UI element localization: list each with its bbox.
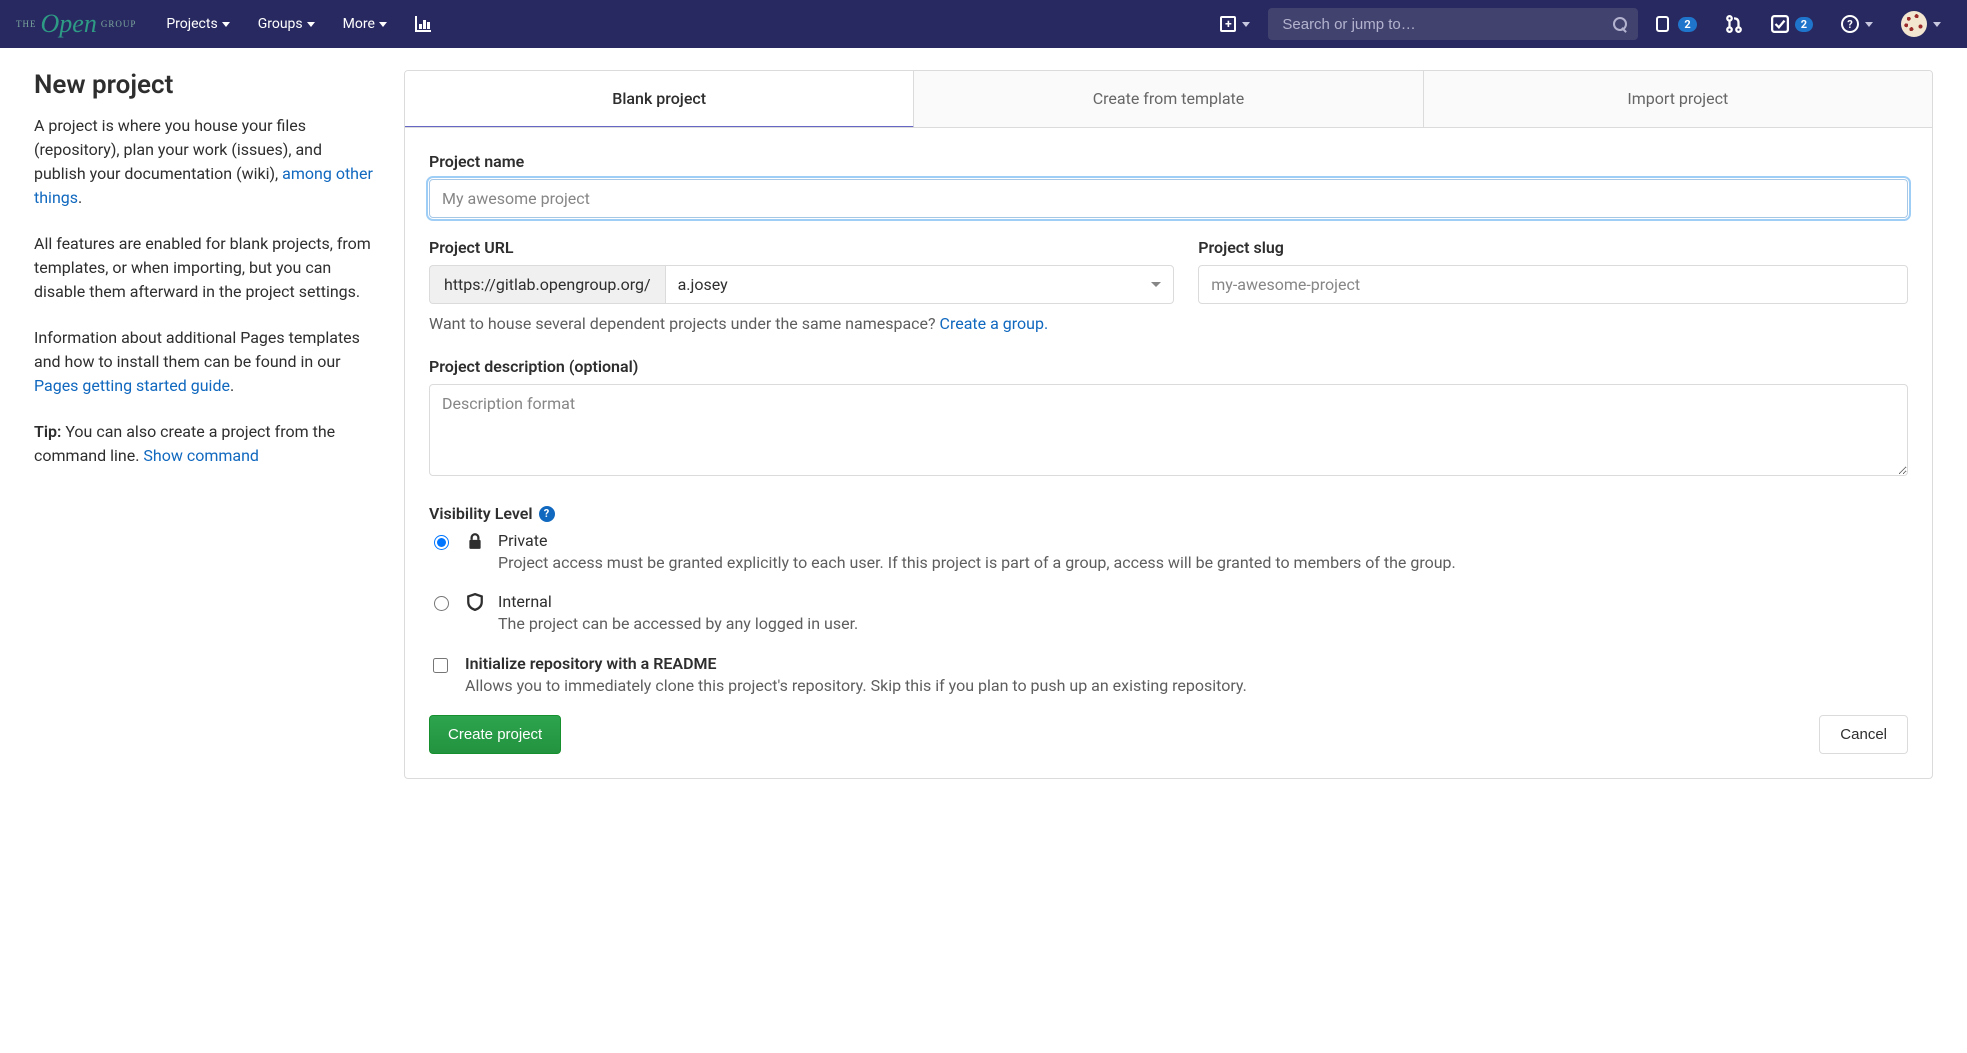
nav-groups-label: Groups bbox=[258, 16, 303, 32]
url-prefix: https://gitlab.opengroup.org/ bbox=[429, 265, 665, 304]
issues-icon bbox=[1656, 16, 1672, 32]
internal-title: Internal bbox=[498, 592, 1908, 611]
shield-icon bbox=[466, 593, 484, 611]
search-icon bbox=[1613, 17, 1626, 31]
user-menu[interactable] bbox=[1891, 0, 1951, 48]
nav-activity[interactable] bbox=[405, 0, 441, 48]
info-paragraph-2: All features are enabled for blank proje… bbox=[34, 232, 374, 304]
label-project-slug: Project slug bbox=[1198, 238, 1908, 257]
nav-more[interactable]: More bbox=[333, 0, 397, 48]
nav-more-label: More bbox=[343, 16, 375, 32]
visibility-option-private[interactable]: Private Project access must be granted e… bbox=[429, 531, 1908, 574]
search-input[interactable] bbox=[1280, 15, 1605, 34]
readme-desc: Allows you to immediately clone this pro… bbox=[465, 675, 1908, 697]
info-paragraph-3: Information about additional Pages templ… bbox=[34, 326, 374, 398]
chevron-down-icon bbox=[1151, 282, 1161, 287]
internal-desc: The project can be accessed by any logge… bbox=[498, 613, 1908, 635]
label-project-name: Project name bbox=[429, 152, 1908, 171]
input-project-name[interactable] bbox=[429, 179, 1908, 218]
chart-icon bbox=[415, 16, 431, 32]
namespace-hint: Want to house several dependent projects… bbox=[429, 314, 1908, 333]
label-description: Project description (optional) bbox=[429, 357, 1908, 376]
create-project-button[interactable]: Create project bbox=[429, 715, 561, 754]
top-navbar: THEOpenGROUP Projects Groups More + 2 2 … bbox=[0, 0, 1967, 48]
global-search[interactable] bbox=[1268, 8, 1638, 40]
nav-help[interactable]: ? bbox=[1831, 0, 1883, 48]
select-namespace[interactable]: a.josey bbox=[665, 265, 1175, 304]
todos-badge: 2 bbox=[1795, 17, 1813, 32]
new-dropdown[interactable]: + bbox=[1210, 0, 1260, 48]
help-icon[interactable]: ? bbox=[539, 506, 555, 522]
chevron-down-icon bbox=[379, 22, 387, 27]
link-pages-guide[interactable]: Pages getting started guide bbox=[34, 376, 230, 395]
cancel-button[interactable]: Cancel bbox=[1819, 715, 1908, 754]
radio-private[interactable] bbox=[434, 535, 449, 550]
radio-internal[interactable] bbox=[434, 596, 449, 611]
tab-create-from-template[interactable]: Create from template bbox=[914, 71, 1423, 127]
link-create-group[interactable]: Create a group. bbox=[940, 314, 1049, 333]
nav-merge-requests[interactable] bbox=[1715, 0, 1753, 48]
private-title: Private bbox=[498, 531, 1908, 550]
label-project-url: Project URL bbox=[429, 238, 1174, 257]
info-sidebar: New project A project is where you house… bbox=[34, 70, 404, 490]
plus-icon: + bbox=[1220, 16, 1236, 32]
info-paragraph-1: A project is where you house your files … bbox=[34, 114, 374, 210]
page-title: New project bbox=[34, 70, 374, 100]
chevron-down-icon bbox=[1865, 22, 1873, 27]
label-visibility: Visibility Level ? bbox=[429, 504, 1908, 523]
nav-issues[interactable]: 2 bbox=[1646, 0, 1706, 48]
nav-projects-label: Projects bbox=[166, 16, 217, 32]
nav-projects[interactable]: Projects bbox=[156, 0, 239, 48]
nav-groups[interactable]: Groups bbox=[248, 0, 325, 48]
tab-blank-project[interactable]: Blank project bbox=[405, 71, 914, 128]
project-tabs: Blank project Create from template Impor… bbox=[404, 70, 1933, 128]
checkbox-readme[interactable] bbox=[433, 658, 448, 673]
brand-logo[interactable]: THEOpenGROUP bbox=[16, 9, 136, 39]
input-project-slug[interactable] bbox=[1198, 265, 1908, 304]
readme-title: Initialize repository with a README bbox=[465, 654, 1908, 673]
issues-badge: 2 bbox=[1678, 17, 1696, 32]
lock-icon bbox=[466, 532, 484, 550]
chevron-down-icon bbox=[307, 22, 315, 27]
merge-request-icon bbox=[1725, 15, 1743, 33]
help-icon: ? bbox=[1841, 15, 1859, 33]
visibility-option-internal[interactable]: Internal The project can be accessed by … bbox=[429, 592, 1908, 635]
chevron-down-icon bbox=[222, 22, 230, 27]
chevron-down-icon bbox=[1242, 22, 1250, 27]
new-project-form: Project name Project URL https://gitlab.… bbox=[404, 128, 1933, 779]
option-init-readme[interactable]: Initialize repository with a README Allo… bbox=[429, 654, 1908, 697]
chevron-down-icon bbox=[1933, 22, 1941, 27]
tab-import-project[interactable]: Import project bbox=[1424, 71, 1932, 127]
avatar bbox=[1901, 11, 1927, 37]
namespace-value: a.josey bbox=[678, 275, 728, 294]
info-tip: Tip: You can also create a project from … bbox=[34, 420, 374, 468]
nav-todos[interactable]: 2 bbox=[1761, 0, 1823, 48]
private-desc: Project access must be granted explicitl… bbox=[498, 552, 1908, 574]
link-show-command[interactable]: Show command bbox=[143, 446, 259, 465]
todo-icon bbox=[1771, 15, 1789, 33]
input-description[interactable] bbox=[429, 384, 1908, 476]
